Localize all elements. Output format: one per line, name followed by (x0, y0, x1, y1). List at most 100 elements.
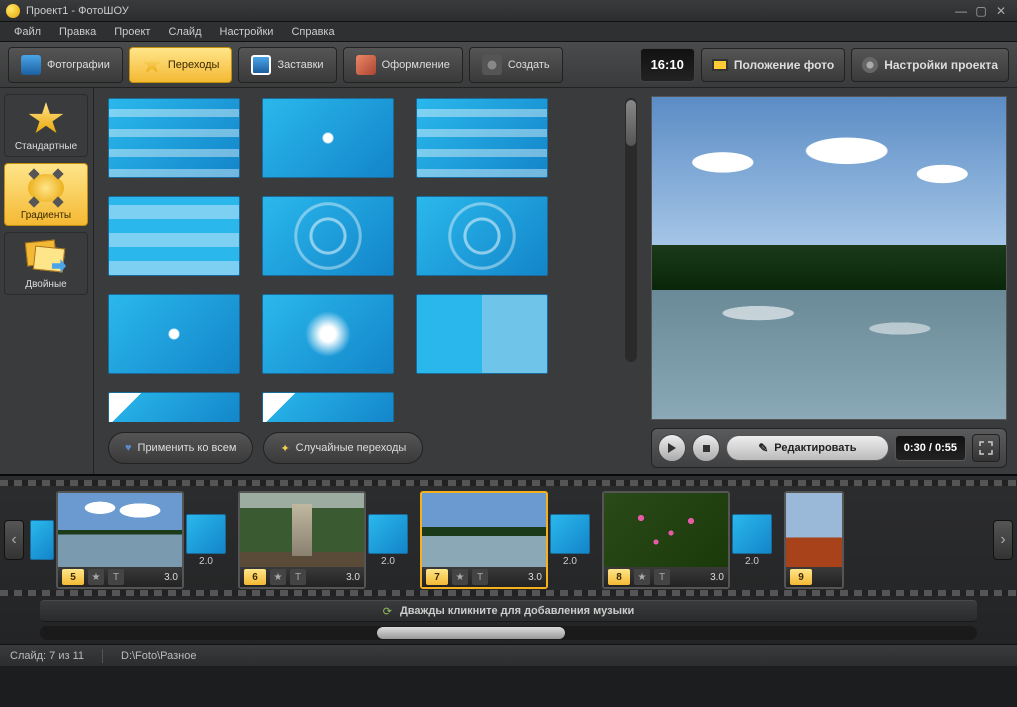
text-button[interactable]: T (654, 569, 670, 585)
camera-icon (21, 55, 41, 75)
menu-slide[interactable]: Слайд (160, 24, 209, 40)
timeline-next-button[interactable]: › (993, 520, 1013, 560)
slide-thumbnail (240, 493, 364, 567)
transition-item[interactable] (108, 98, 240, 178)
timeline-slide: 6★T 3.0 2.0 (238, 491, 410, 589)
slide-number: 5 (62, 569, 84, 585)
category-gradients[interactable]: Градиенты (4, 163, 88, 226)
filmstrip-bottom (0, 590, 1017, 596)
timeline-slide: 8★T3.0 2.0 (602, 491, 774, 589)
transitions-panel: ♥ Применить ко всем ✦Случайные переходы (94, 88, 641, 474)
timeline-transition[interactable]: 2.0 (184, 514, 228, 567)
star-button[interactable]: ★ (88, 569, 104, 585)
category-standard[interactable]: Стандартные (4, 94, 88, 157)
scrollbar-thumb[interactable] (626, 100, 636, 146)
play-icon (667, 443, 677, 453)
star-button[interactable]: ★ (270, 569, 286, 585)
close-button[interactable]: ✕ (991, 4, 1011, 18)
apply-to-all-label: Применить ко всем (138, 442, 237, 454)
transition-item[interactable] (262, 294, 394, 374)
timeline-prev-button[interactable]: ‹ (4, 520, 24, 560)
project-settings-button[interactable]: Настройки проекта (851, 48, 1009, 82)
text-button[interactable]: T (108, 569, 124, 585)
music-hint: Дважды кликните для добавления музыки (400, 605, 634, 617)
slide-frame[interactable]: 5★T 3.0 (56, 491, 184, 589)
transition-duration: 2.0 (745, 556, 759, 567)
slide-thumbnail (422, 493, 546, 567)
status-slide: Слайд: 7 из 11 (10, 650, 84, 662)
timeline: ‹ 5★T3.0 2.0 6★T3.0 2.0 (0, 474, 1017, 644)
category-double[interactable]: Двойные (4, 232, 88, 295)
tab-intros[interactable]: Заставки (238, 47, 336, 83)
menu-help[interactable]: Справка (283, 24, 342, 40)
star-button[interactable]: ★ (634, 569, 650, 585)
horizontal-scrollbar[interactable] (40, 626, 977, 640)
brush-icon (356, 55, 376, 75)
menu-project[interactable]: Проект (106, 24, 158, 40)
slide-number: 9 (790, 569, 812, 585)
titlebar: Проект1 - ФотоШОУ — ▢ ✕ (0, 0, 1017, 22)
reel-icon (482, 55, 502, 75)
preview-image (652, 97, 1006, 419)
fullscreen-button[interactable] (972, 434, 1000, 462)
category-double-label: Двойные (7, 279, 85, 290)
slide-number: 8 (608, 569, 630, 585)
text-button[interactable]: T (290, 569, 306, 585)
minimize-button[interactable]: — (951, 4, 971, 18)
scrollbar-thumb[interactable] (377, 627, 564, 639)
transition-item[interactable] (416, 98, 548, 178)
star-button[interactable]: ★ (452, 569, 468, 585)
slide-frame[interactable]: 8★T3.0 (602, 491, 730, 589)
tab-design[interactable]: Оформление (343, 47, 463, 83)
transition-item[interactable] (262, 196, 394, 276)
transition-item[interactable] (108, 392, 240, 422)
transition-item[interactable] (262, 98, 394, 178)
menu-edit[interactable]: Правка (51, 24, 104, 40)
timeline-transition[interactable]: 2.0 (548, 514, 592, 567)
transition-item[interactable] (262, 392, 394, 422)
play-button[interactable] (658, 434, 686, 462)
text-button[interactable]: T (472, 569, 488, 585)
slide-duration: 3.0 (164, 572, 178, 583)
transition-duration: 2.0 (381, 556, 395, 567)
tab-create[interactable]: Создать (469, 47, 563, 83)
transition-item[interactable] (108, 196, 240, 276)
slide-frame[interactable]: 9 (784, 491, 844, 589)
menubar: Файл Правка Проект Слайд Настройки Справ… (0, 22, 1017, 42)
heart-icon: ♥ (125, 442, 132, 454)
menu-file[interactable]: Файл (6, 24, 49, 40)
player-controls: ✎Редактировать 0:30 / 0:55 (651, 428, 1007, 468)
slide-frame[interactable]: 6★T 3.0 (238, 491, 366, 589)
timeline-transition[interactable] (28, 520, 56, 560)
stop-icon (702, 444, 711, 453)
slide-thumbnail (604, 493, 728, 567)
stop-button[interactable] (692, 434, 720, 462)
category-standard-label: Стандартные (7, 141, 85, 152)
transition-item[interactable] (108, 294, 240, 374)
vertical-scrollbar[interactable] (625, 98, 637, 362)
slide-number: 6 (244, 569, 266, 585)
project-settings-label: Настройки проекта (884, 58, 998, 72)
edit-slide-button[interactable]: ✎Редактировать (726, 435, 889, 461)
music-track[interactable]: ⟳ Дважды кликните для добавления музыки (40, 600, 977, 622)
tab-transitions-label: Переходы (168, 59, 220, 71)
preview-viewport (651, 96, 1007, 420)
maximize-button[interactable]: ▢ (971, 4, 991, 18)
timeline-transition[interactable]: 2.0 (366, 514, 410, 567)
edit-slide-label: Редактировать (774, 442, 856, 454)
slide-duration: 3.0 (346, 572, 360, 583)
slide-frame[interactable]: 7★T3.0 (420, 491, 548, 589)
transition-item[interactable] (416, 196, 548, 276)
apply-to-all-button[interactable]: ♥ Применить ко всем (108, 432, 253, 464)
transition-item[interactable] (416, 294, 548, 374)
slide-thumbnail (58, 493, 182, 567)
aspect-ratio[interactable]: 16:10 (640, 48, 695, 82)
app-icon (6, 4, 20, 18)
random-transitions-button[interactable]: ✦Случайные переходы (263, 432, 423, 464)
timeline-transition[interactable]: 2.0 (730, 514, 774, 567)
tab-photos[interactable]: Фотографии (8, 47, 123, 83)
tab-transitions[interactable]: Переходы (129, 47, 233, 83)
timeline-track: ‹ 5★T3.0 2.0 6★T3.0 2.0 (0, 484, 1017, 596)
menu-settings[interactable]: Настройки (212, 24, 282, 40)
photo-position-button[interactable]: Положение фото (701, 48, 845, 82)
